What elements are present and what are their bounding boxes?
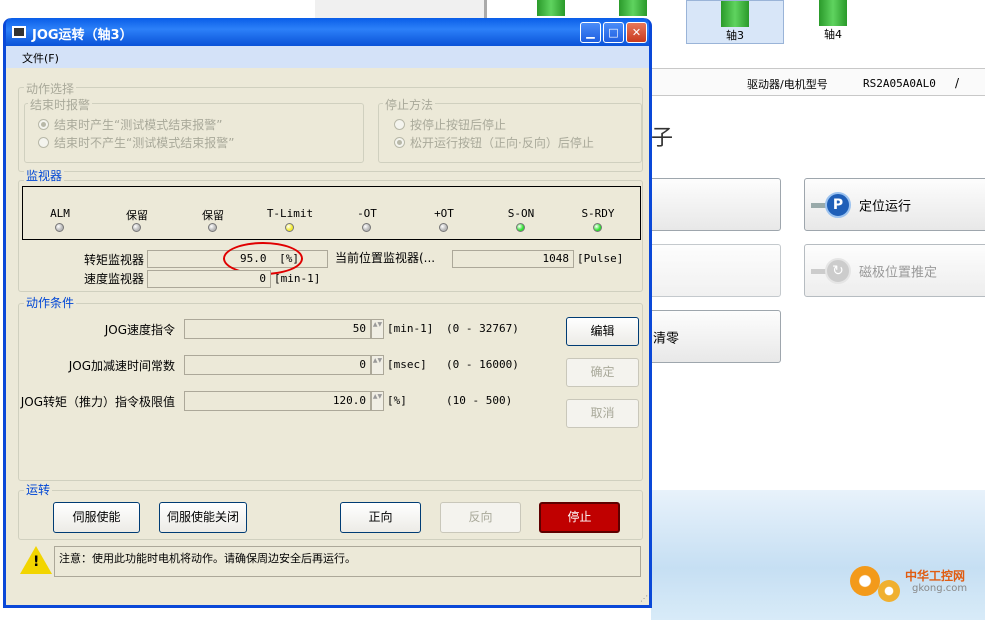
condition-input-0[interactable]: 50 xyxy=(184,319,371,339)
position-monitor-label: 当前位置监视器(... xyxy=(335,251,436,265)
status-led-icon-5 xyxy=(439,223,448,232)
led-label-5: +OT xyxy=(434,207,454,220)
status-led-icon-2 xyxy=(208,223,217,232)
status-led-icon-6 xyxy=(516,223,525,232)
watermark-url: gkong.com xyxy=(912,583,968,594)
clear-button-label: 清零 xyxy=(653,331,680,346)
speed-monitor-unit: [min-1] xyxy=(274,272,321,285)
monitor-label: 监视器 xyxy=(24,167,65,184)
condition-label-0: JOG速度指令 xyxy=(104,323,175,337)
menu-file[interactable]: 文件(F) xyxy=(22,50,59,66)
radio-selected-icon xyxy=(394,137,405,148)
condition-unit-0: [min-1] xyxy=(387,322,434,335)
position-monitor-unit: [Pulse] xyxy=(577,252,624,265)
torque-monitor-label: 转矩监视器 xyxy=(84,253,145,267)
status-led-icon-0 xyxy=(55,223,64,232)
driver-model-label: 驱动器/电机型号 xyxy=(747,78,828,91)
gkong-gear-small-icon xyxy=(878,580,900,602)
stop-method-option-2: 松开运行按钮（正向·反向）后停止 xyxy=(394,134,594,151)
magnetic-pole-button: ↻ 磁极位置推定 xyxy=(804,244,985,297)
background-button-hidden-2 xyxy=(640,244,781,297)
menu-bar: 文件(F) xyxy=(6,46,649,68)
close-icon[interactable]: ✕ xyxy=(626,22,647,43)
led-label-2: 保留 xyxy=(202,209,224,222)
background-button-hidden[interactable] xyxy=(640,178,781,231)
led-label-6: S-ON xyxy=(507,207,535,220)
speed-monitor-field: 0 xyxy=(147,270,271,288)
minimize-icon[interactable]: ▁ xyxy=(580,22,601,43)
dialog-titlebar[interactable]: JOG运转（轴3） ▁ □ ✕ xyxy=(6,18,649,46)
operation-label: 运转 xyxy=(24,481,53,498)
background-tree-panel xyxy=(315,0,485,18)
condition-range-2: (10 - 500) xyxy=(446,394,513,407)
positioning-run-button[interactable]: P 定位运行 xyxy=(804,178,985,231)
background-header-row: 驱动器/电机型号 RS2A05A0AL0 / xyxy=(651,68,985,96)
cancel-button[interactable]: 取消 xyxy=(566,399,639,428)
end-alarm-option-1: 结束时产生“测试模式结束报警” xyxy=(38,116,222,133)
positioning-icon: P xyxy=(825,192,851,218)
maximize-icon[interactable]: □ xyxy=(603,22,624,43)
watermark-brand: 中华工控网 xyxy=(905,569,966,583)
led-label-4: -OT xyxy=(357,207,377,220)
spinner-icon-1[interactable]: ▲▼ xyxy=(371,355,384,375)
axis-label-4: 轴4 xyxy=(824,28,842,41)
condition-label-2: JOG转矩（推力）指令极限值 xyxy=(20,395,175,409)
status-led-icon-3 xyxy=(285,223,294,232)
led-label-3: T-Limit xyxy=(266,207,314,220)
driver-model-value: RS2A05A0AL0 xyxy=(863,77,936,90)
status-led-icon-1 xyxy=(132,223,141,232)
jog-dialog: JOG运转（轴3） ▁ □ ✕ 文件(F) 动作选择 结束时报警 结束时产生“测… xyxy=(3,18,652,608)
app-icon xyxy=(12,26,26,38)
led-label-1: 保留 xyxy=(126,209,148,222)
led-label-0: ALM xyxy=(50,207,70,220)
clear-button[interactable]: 清零 xyxy=(640,310,781,363)
stop-method-option-1: 按停止按钮后停止 xyxy=(394,116,506,133)
condition-unit-2: [%] xyxy=(387,394,407,407)
warning-message: 注意：使用此功能时电机将动作。请确保周边安全后再运行。 xyxy=(54,546,641,577)
end-alarm-option-2: 结束时不产生“测试模式结束报警” xyxy=(38,134,234,151)
condition-range-0: (0 - 32767) xyxy=(446,322,519,335)
axis-tile-3[interactable]: 轴3 xyxy=(686,0,784,44)
speed-monitor-label: 速度监视器 xyxy=(84,272,145,286)
servo-on-button[interactable]: 伺服使能 xyxy=(53,502,140,533)
condition-input-2[interactable]: 120.0 xyxy=(184,391,371,411)
axis-label-3: 轴3 xyxy=(726,29,744,42)
status-led-icon-7 xyxy=(593,223,602,232)
condition-unit-1: [msec] xyxy=(387,358,427,371)
edit-button[interactable]: 编辑 xyxy=(566,317,639,346)
radio-selected-icon xyxy=(38,119,49,130)
condition-range-1: (0 - 16000) xyxy=(446,358,519,371)
radio-icon xyxy=(394,119,405,130)
spinner-icon-0[interactable]: ▲▼ xyxy=(371,319,384,339)
rotation-icon: ↻ xyxy=(825,258,851,284)
warning-exclamation: ! xyxy=(33,554,40,570)
gkong-gear-icon xyxy=(850,566,880,596)
led-label-7: S-RDY xyxy=(581,207,615,220)
reverse-button[interactable]: 反向 xyxy=(440,502,521,533)
conditions-label: 动作条件 xyxy=(24,294,77,311)
condition-input-1[interactable]: 0 xyxy=(184,355,371,375)
radio-icon xyxy=(38,137,49,148)
positioning-run-label: 定位运行 xyxy=(859,199,912,214)
servo-off-button[interactable]: 伺服使能关闭 xyxy=(159,502,247,533)
axis-tile-4[interactable]: 轴4 xyxy=(800,0,866,44)
confirm-button[interactable]: 确定 xyxy=(566,358,639,387)
magnetic-pole-label: 磁极位置推定 xyxy=(859,265,938,280)
desktop-background xyxy=(651,490,985,620)
position-monitor-field: 1048 xyxy=(452,250,574,268)
stop-method-label: 停止方法 xyxy=(383,96,436,113)
end-alarm-label: 结束时报警 xyxy=(28,96,93,113)
forward-button[interactable]: 正向 xyxy=(340,502,421,533)
stop-button[interactable]: 停止 xyxy=(539,502,620,533)
status-led-icon-4 xyxy=(362,223,371,232)
spinner-icon-2[interactable]: ▲▼ xyxy=(371,391,384,411)
dialog-title: JOG运转（轴3） xyxy=(32,28,133,43)
header-slash: / xyxy=(955,76,960,90)
condition-label-1: JOG加减速时间常数 xyxy=(68,359,175,373)
action-select-label: 动作选择 xyxy=(24,80,77,97)
resize-grip-icon[interactable]: ⋰ xyxy=(640,594,648,603)
background-partial-glyph: 子 xyxy=(651,126,674,151)
